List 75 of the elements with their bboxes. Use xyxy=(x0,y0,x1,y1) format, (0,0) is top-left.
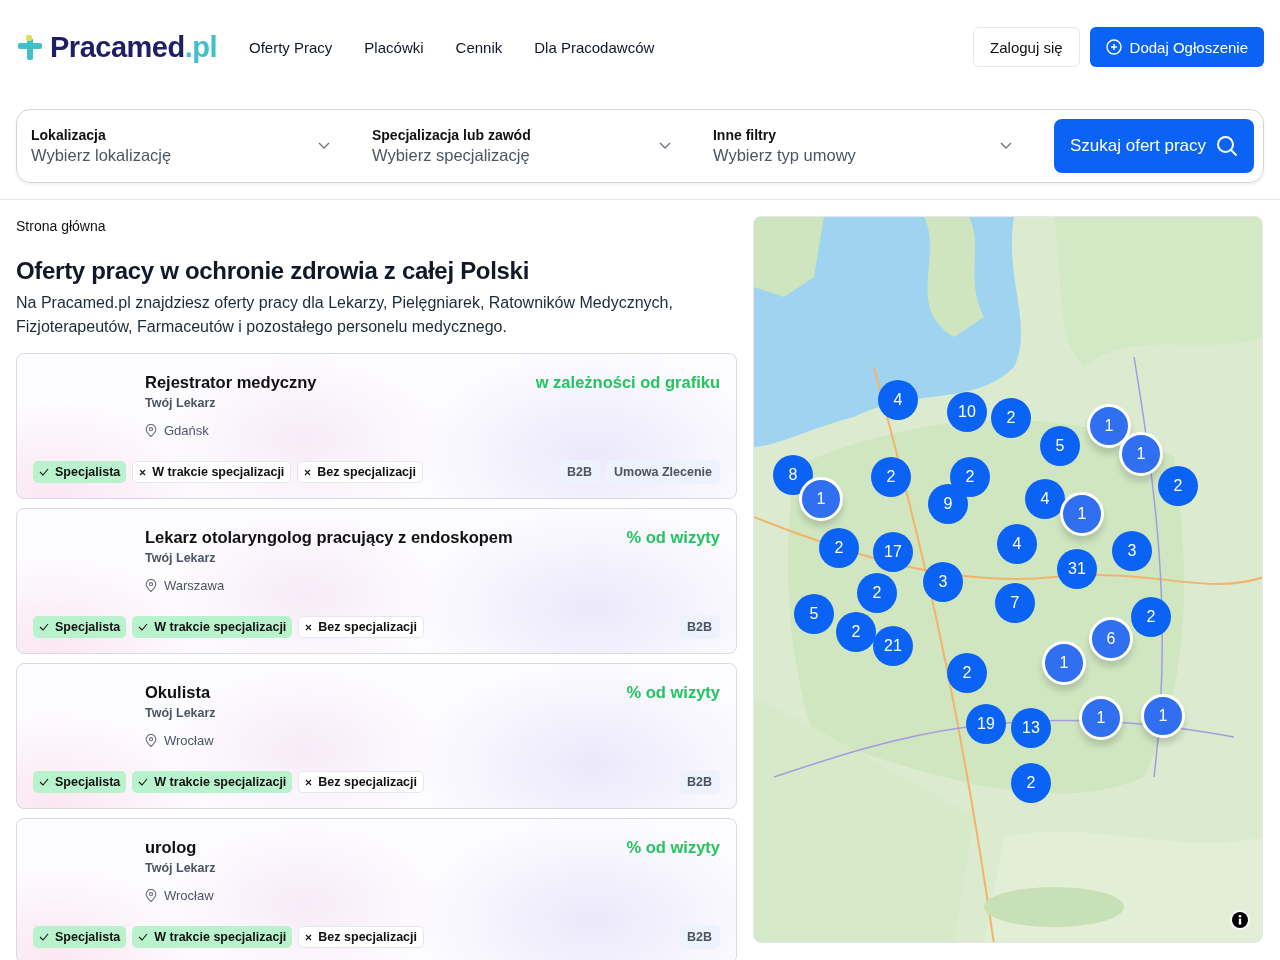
contract-type-badge: B2B xyxy=(679,770,720,794)
salary-text: % od wizyty xyxy=(626,838,720,858)
login-button[interactable]: Zaloguj się xyxy=(973,27,1080,67)
qualification-tag: W trakcie specjalizacji xyxy=(132,461,292,483)
qualification-tag: Bez specjalizacji xyxy=(298,926,424,948)
filter-dropdown[interactable]: Inne filtry Wybierz typ umowy xyxy=(712,110,1034,182)
salary-text: % od wizyty xyxy=(626,528,720,548)
add-listing-button[interactable]: Dodaj Ogłoszenie xyxy=(1089,27,1264,67)
check-icon xyxy=(138,933,149,941)
job-title: urolog xyxy=(145,838,198,857)
check-icon xyxy=(138,778,149,786)
qualification-tag: Specjalista xyxy=(33,461,127,483)
contract-type-badge: B2B xyxy=(679,925,720,949)
qualification-tag: Specjalista xyxy=(33,926,127,948)
check-icon xyxy=(39,778,49,786)
logo-text: Pracamed.pl xyxy=(50,30,217,64)
chevron-down-icon xyxy=(999,142,1012,150)
filter-dropdown[interactable]: Specjalizacja lub zawód Wybierz specjalizację xyxy=(372,110,693,182)
job-location: Wrocław xyxy=(164,733,214,748)
check-icon xyxy=(39,468,49,476)
qualification-tag: Specjalista xyxy=(33,616,127,638)
job-title: Lekarz otolaryngolog pracujący z endoskopem xyxy=(145,528,513,547)
intro-text: Na Pracamed.pl znajdziesz oferty pracy dla Lekarzy, Pielęgniarek, Ratowników Medycznych, Fizjoterapeutów, Farmaceutów i pozostałego personelu medycznego. xyxy=(16,293,674,337)
breadcrumb-link[interactable]: Strona główna xyxy=(16,218,106,234)
company-name: Twój Lekarz xyxy=(145,396,217,410)
page-title: Oferty pracy w ochronie zdrowia z całej Polski xyxy=(16,257,531,285)
chevron-down-icon xyxy=(658,142,671,150)
location-pin-icon xyxy=(145,579,157,592)
check-icon xyxy=(138,623,149,631)
cross-icon xyxy=(305,623,313,631)
company-name: Twój Lekarz xyxy=(145,551,217,565)
nav-link[interactable]: Oferty Pracy xyxy=(249,38,333,56)
salary-text: w zależności od grafiku xyxy=(535,373,720,393)
filter-dropdown[interactable]: Lokalizacja Wybierz lokalizację xyxy=(31,110,352,182)
cross-icon xyxy=(305,933,313,941)
nav-link[interactable]: Dla Pracodawców xyxy=(534,38,655,56)
location-pin-icon xyxy=(145,889,157,902)
company-name: Twój Lekarz xyxy=(145,861,216,875)
contract-type-badge: Umowa Zlecenie xyxy=(606,460,720,484)
company-name: Twój Lekarz xyxy=(145,706,216,720)
job-title: Okulista xyxy=(145,683,212,702)
contract-type-badge: B2B xyxy=(679,615,720,639)
chevron-down-icon xyxy=(318,142,330,150)
location-pin-icon xyxy=(145,734,157,747)
job-location: Gdańsk xyxy=(164,423,209,438)
qualification-tag: W trakcie specjalizacji xyxy=(132,771,293,793)
salary-text: % od wizyty xyxy=(626,683,720,703)
info-icon xyxy=(1232,912,1248,928)
cross-icon xyxy=(305,778,313,786)
cross-icon xyxy=(139,468,147,476)
qualification-tag: W trakcie specjalizacji xyxy=(132,616,293,638)
qualification-tag: W trakcie specjalizacji xyxy=(132,926,293,948)
logo-icon xyxy=(16,34,44,60)
search-icon xyxy=(1216,135,1238,157)
job-card[interactable]: urolog Twój Lekarz Wrocław % od wizyty Specjalista W trakcie specjalizacji Bez specjalizacji B2B xyxy=(16,818,737,960)
cross-icon xyxy=(304,468,312,476)
qualification-tag: Bez specjalizacji xyxy=(298,616,424,638)
logo[interactable]: Pracamed.pl xyxy=(16,30,217,64)
search-button[interactable]: Szukaj ofert pracy xyxy=(1053,119,1254,173)
job-card[interactable]: Lekarz otolaryngolog pracujący z endoskopem Twój Lekarz Warszawa % od wizyty Specjalista W trakcie specjalizacji Bez specjalizacji B2B xyxy=(16,508,737,654)
check-icon xyxy=(39,933,49,941)
job-card[interactable]: Okulista Twój Lekarz Wrocław % od wizyty Specjalista W trakcie specjalizacji Bez specjalizacji B2B xyxy=(16,663,737,809)
qualification-tag: Bez specjalizacji xyxy=(297,461,423,483)
nav-link[interactable]: Cennik xyxy=(455,38,503,56)
job-card[interactable]: Rejestrator medyczny Twój Lekarz Gdańsk w zależności od grafiku Specjalista W trakcie specjalizacji Bez specjalizacji B2B Umowa Zlecenie xyxy=(16,353,737,499)
nav-link[interactable]: Placówki xyxy=(364,38,424,56)
job-location: Warszawa xyxy=(164,578,225,593)
location-pin-icon xyxy=(145,424,157,437)
contract-type-badge: B2B xyxy=(559,460,601,484)
job-location: Wrocław xyxy=(164,888,214,903)
qualification-tag: Bez specjalizacji xyxy=(298,771,424,793)
plus-circle-icon xyxy=(1105,39,1122,55)
job-title: Rejestrator medyczny xyxy=(145,373,317,392)
check-icon xyxy=(39,623,49,631)
qualification-tag: Specjalista xyxy=(33,771,127,793)
